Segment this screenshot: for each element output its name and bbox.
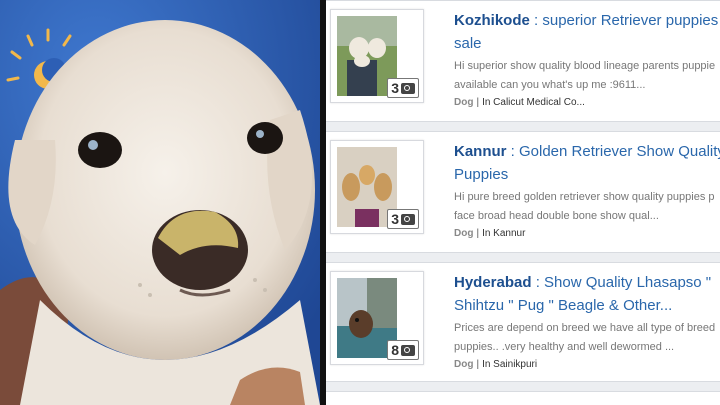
- listing-title-line2: Puppies: [454, 166, 509, 183]
- meta-separator: |: [476, 97, 480, 108]
- photo-count-badge: 8: [387, 340, 419, 360]
- listing-thumbnail[interactable]: 8: [330, 271, 424, 365]
- listing-item-partial[interactable]: [326, 391, 720, 405]
- puppy-illustration: [0, 0, 320, 405]
- photo-count: 8: [391, 342, 399, 358]
- description-line: Hi superior show quality blood lineage p…: [454, 60, 716, 72]
- listing-title-text: : Show Quality Lhasapso ": [531, 274, 712, 291]
- meta-separator: |: [476, 228, 480, 239]
- camera-icon: [401, 213, 415, 225]
- description-line: puppies.. .very healthy and well deworme…: [454, 341, 675, 353]
- listing-title[interactable]: Hyderabad : Show Quality Lhasapso " Shih…: [454, 271, 720, 317]
- category-label[interactable]: Dog: [454, 359, 473, 370]
- listing-item[interactable]: 8 Hyderabad : Show Quality Lhasapso " Sh…: [326, 262, 720, 382]
- listing-thumbnail[interactable]: 3: [330, 140, 424, 234]
- photo-count: 3: [391, 211, 399, 227]
- listing-meta: Dog | In Calicut Medical Co...: [454, 97, 585, 108]
- category-label[interactable]: Dog: [454, 228, 473, 239]
- listing-title-line2: Shihtzu " Pug " Beagle & Other...: [454, 297, 673, 314]
- listing-panel: 3 Kozhikode : superior Retriever puppies…: [326, 0, 720, 405]
- listing-item[interactable]: 3 Kannur : Golden Retriever Show Quality…: [326, 131, 720, 253]
- listing-title-text: : Golden Retriever Show Quality: [506, 143, 720, 160]
- location-label: In Calicut Medical Co...: [482, 97, 585, 108]
- listing-title[interactable]: Kannur : Golden Retriever Show Quality P…: [454, 140, 720, 186]
- listing-city: Hyderabad: [454, 274, 532, 291]
- camera-icon: [401, 344, 415, 356]
- listing-item[interactable]: 3 Kozhikode : superior Retriever puppies…: [326, 0, 720, 122]
- description-line: Hi pure breed golden retriever show qual…: [454, 191, 715, 203]
- listing-meta: Dog | In Sainikpuri: [454, 359, 537, 370]
- photo-count: 3: [391, 80, 399, 96]
- description-line: available can you what's up me :9611...: [454, 79, 646, 91]
- listing-description: Hi pure breed golden retriever show qual…: [454, 188, 720, 226]
- puppy-photo: [0, 0, 320, 405]
- listing-title-line2: sale: [454, 35, 482, 52]
- listing-description: Prices are depend on breed we have all t…: [454, 319, 720, 357]
- category-label[interactable]: Dog: [454, 97, 473, 108]
- listing-title[interactable]: Kozhikode : superior Retriever puppies s…: [454, 9, 720, 55]
- listing-thumbnail[interactable]: 3: [330, 9, 424, 103]
- listing-city: Kozhikode: [454, 12, 530, 29]
- listing-title-text: : superior Retriever puppies: [529, 12, 719, 29]
- location-label: In Kannur: [482, 228, 526, 239]
- listing-city: Kannur: [454, 143, 507, 160]
- meta-separator: |: [476, 359, 480, 370]
- description-line: Prices are depend on breed we have all t…: [454, 322, 716, 334]
- listing-meta: Dog | In Kannur: [454, 228, 525, 239]
- description-line: face broad head double bone show qual...: [454, 210, 659, 222]
- photo-count-badge: 3: [387, 209, 419, 229]
- listing-description: Hi superior show quality blood lineage p…: [454, 57, 720, 95]
- camera-icon: [401, 82, 415, 94]
- location-label: In Sainikpuri: [482, 359, 538, 370]
- photo-count-badge: 3: [387, 78, 419, 98]
